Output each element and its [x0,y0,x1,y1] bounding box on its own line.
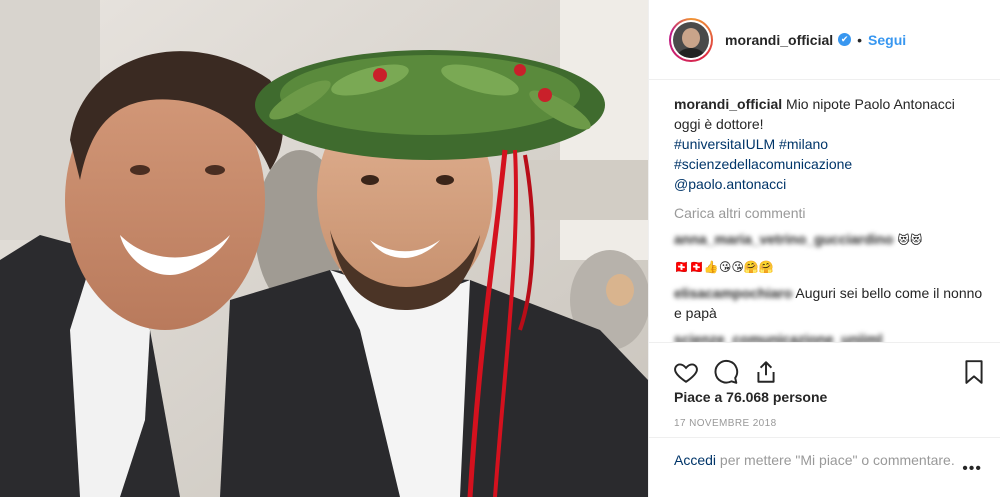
header-username[interactable]: morandi_official [725,32,833,48]
comment-icon[interactable] [713,359,739,385]
photo-illustration [0,0,648,497]
follow-button[interactable]: Segui [868,32,906,48]
post-photo[interactable] [0,0,648,497]
comment-item: 🇨🇭🇨🇭👍😘😘🤗🤗 [674,256,984,277]
login-link[interactable]: Accedi [674,452,716,468]
comments-list[interactable]: morandi_official Mio nipote Paolo Antona… [649,80,1000,342]
comment-username[interactable]: scienze_comunicazione_uniiml [674,331,883,342]
login-prompt-text: per mettere "Mi piace" o commentare. [719,452,955,468]
comment-username[interactable]: anna_maria_vetrino_gucciardino [674,231,893,247]
comment-text: 😻😻 [897,233,923,247]
post-caption: morandi_official Mio nipote Paolo Antona… [674,94,984,194]
hashtag-link[interactable]: #milano [779,136,828,152]
heart-icon[interactable] [673,359,699,385]
comment-text: 🇨🇭🇨🇭👍😘😘🤗🤗 [674,260,774,274]
hashtag-link[interactable]: #universitaIULM [674,136,775,152]
avatar[interactable] [669,17,713,62]
hashtag-link[interactable]: #scienzedellacomunicazione [674,156,852,172]
action-bar [649,342,1000,390]
comment-item: elisacampochiaro Auguri sei bello come i… [674,283,984,323]
mention-link[interactable]: @paolo.antonacci [674,176,786,192]
share-icon[interactable] [753,359,779,385]
comment-item: scienze_comunicazione_uniiml [674,329,984,342]
load-more-comments-button[interactable]: Carica altri commenti [674,203,984,223]
separator-dot: • [857,31,863,48]
login-prompt: Accedi per mettere "Mi piace" o commenta… [649,437,1000,470]
verified-badge-icon: ✔ [838,33,852,46]
avatar-image [673,21,709,58]
post-date: 17 NOVEMBRE 2018 [674,418,777,429]
comment-username[interactable]: elisacampochiaro [674,285,792,301]
post-side-panel: morandi_official ✔ • Segui morandi_offic… [648,0,1000,497]
comment-item: anna_maria_vetrino_gucciardino 😻😻 [674,229,984,250]
post-header: morandi_official ✔ • Segui [649,0,1000,80]
likes-count[interactable]: Piace a 76.068 persone [674,389,827,405]
more-options-icon[interactable]: ••• [962,460,982,478]
bookmark-icon[interactable] [961,359,987,385]
caption-username[interactable]: morandi_official [674,96,782,112]
